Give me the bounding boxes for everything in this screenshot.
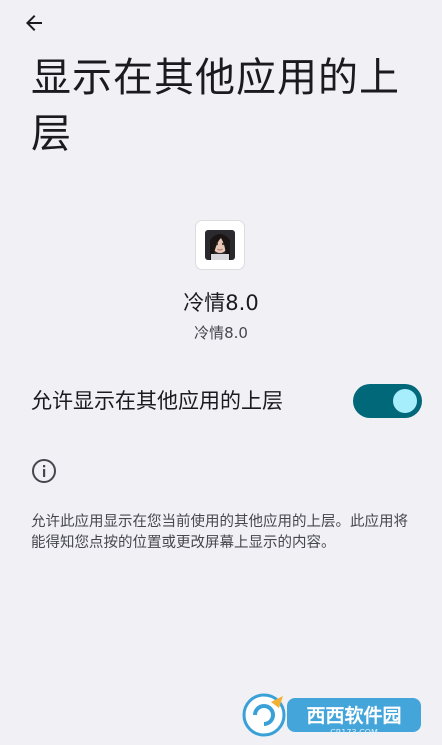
- app-name: 冷情8.0: [183, 291, 259, 315]
- permission-switch[interactable]: [353, 384, 422, 418]
- switch-thumb: [393, 389, 417, 413]
- page-title: 显示在其他应用的上层: [31, 55, 400, 157]
- svg-text:西西软件园: 西西软件园: [306, 704, 401, 727]
- info-description: 允许此应用显示在您当前使用的其他应用的上层。此应用将能得知您点按的位置或更改屏幕…: [31, 514, 408, 551]
- svg-text:CR173.COM: CR173.COM: [330, 728, 378, 737]
- arrow-left-icon: [26, 15, 42, 31]
- back-button[interactable]: [18, 8, 50, 38]
- app-package-label: 冷情8.0: [194, 324, 248, 342]
- app-icon: [196, 221, 244, 269]
- permission-toggle-label: 允许显示在其他应用的上层: [31, 389, 283, 413]
- watermark-logo: 西西软件园 CR173.COM: [242, 693, 421, 737]
- permission-toggle-row[interactable]: 允许显示在其他应用的上层: [0, 376, 442, 428]
- app-avatar-icon: [205, 230, 235, 260]
- info-icon: [32, 459, 56, 483]
